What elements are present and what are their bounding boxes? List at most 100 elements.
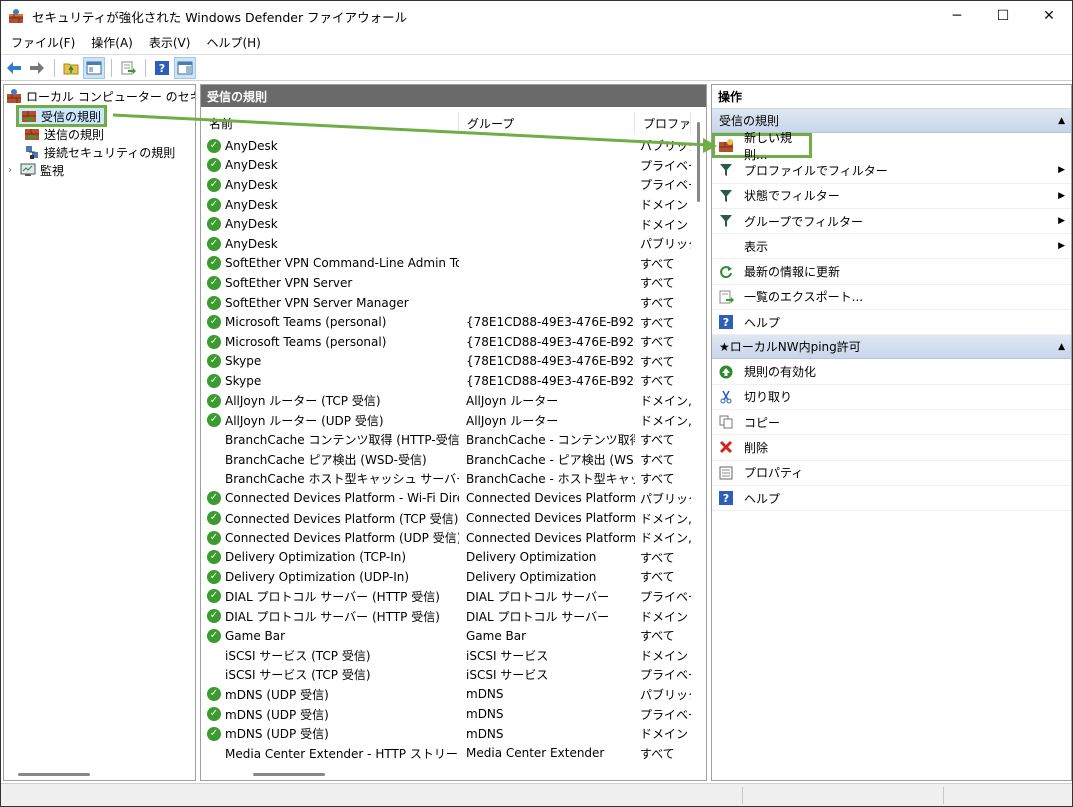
export-list-button[interactable]: [117, 57, 139, 79]
show-hide-tree-button[interactable]: [83, 56, 105, 79]
menu-bar: ファイル(F) 操作(A) 表示(V) ヘルプ(H): [1, 31, 1072, 53]
action-refresh[interactable]: 最新の情報に更新: [712, 259, 1071, 285]
table-row[interactable]: ✓ AnyDesk プライベー: [201, 175, 691, 195]
action-filter-submenu[interactable]: プロファイルでフィルター ▶: [712, 158, 1071, 184]
rule-name: BranchCache ピア検出 (WSD-受信): [225, 452, 427, 467]
tree-item-connection-security-rules[interactable]: 接続セキュリティの規則: [24, 143, 175, 161]
rule-profile: すべて: [640, 433, 675, 448]
tree-root[interactable]: ローカル コンピューター のセキュリティ: [6, 87, 195, 105]
table-row[interactable]: ✓ AnyDesk ドメイン: [201, 214, 691, 234]
rules-vertical-scrollbar[interactable]: [697, 122, 700, 202]
table-row[interactable]: ✓ SoftEther VPN Server すべて: [201, 273, 691, 293]
rule-group: Media Center Extender: [466, 746, 605, 761]
table-row[interactable]: BranchCache ピア検出 (WSD-受信) BranchCache - ピ…: [201, 450, 691, 470]
enabled-check-icon: ✓: [207, 217, 221, 232]
table-row[interactable]: ✓ Connected Devices Platform (UDP 受信) Conn…: [201, 528, 691, 548]
action-view-submenu[interactable]: 表示 ▶: [712, 234, 1071, 260]
rule-profile: パブリック: [640, 139, 691, 154]
disabled-rule-placeholder: [207, 648, 221, 662]
rule-name: mDNS (UDP 受信): [225, 707, 329, 722]
table-row[interactable]: ✓ mDNS (UDP 受信) mDNS パブリック: [201, 685, 691, 705]
rule-profile: すべて: [640, 354, 675, 369]
menu-help[interactable]: ヘルプ(H): [200, 34, 266, 51]
table-row[interactable]: ✓ AllJoyn ルーター (UDP 受信) AllJoyn ルーター ドメイン, …: [201, 410, 691, 430]
table-row[interactable]: ✓ Connected Devices Platform (TCP 受信) Conn…: [201, 508, 691, 528]
table-row[interactable]: ✓ Microsoft Teams (personal) {78E1CD88-49E…: [201, 312, 691, 332]
enabled-check-icon: ✓: [207, 530, 221, 545]
action-new-rule[interactable]: 新しい規則...: [712, 131, 812, 162]
up-folder-button[interactable]: [60, 57, 82, 79]
table-row[interactable]: ✓ Delivery Optimization (UDP-In) Delivery …: [201, 567, 691, 587]
menu-action[interactable]: 操作(A): [85, 34, 139, 51]
rule-group: {78E1CD88-49E3-476E-B926-...: [466, 334, 635, 349]
action-help[interactable]: ? ヘルプ: [712, 310, 1071, 336]
table-row[interactable]: ✓ Microsoft Teams (personal) {78E1CD88-49E…: [201, 332, 691, 352]
action-copy[interactable]: コピー: [712, 410, 1071, 436]
show-hide-action-pane-button[interactable]: [174, 56, 196, 79]
action-label: ヘルプ: [744, 315, 781, 330]
table-row[interactable]: ✓ mDNS (UDP 受信) mDNS ドメイン: [201, 724, 691, 744]
actions-section-selected-rule[interactable]: ★ローカルNW内ping許可 ▲: [712, 335, 1071, 360]
column-header-group[interactable]: グループ: [459, 112, 635, 134]
action-cut[interactable]: 切り取り: [712, 385, 1071, 410]
table-row[interactable]: iSCSI サービス (TCP 受信) iSCSI サービス ドメイン: [201, 645, 691, 665]
enabled-check-icon: ✓: [207, 236, 221, 251]
table-row[interactable]: ✓ Delivery Optimization (TCP-In) Delivery …: [201, 547, 691, 567]
tree-item-inbound-rules[interactable]: 受信の規則: [16, 105, 108, 127]
back-button[interactable]: [3, 57, 25, 79]
table-row[interactable]: iSCSI サービス (TCP 受信) iSCSI サービス プライベー: [201, 665, 691, 685]
rule-name: Microsoft Teams (personal): [225, 334, 387, 349]
minimize-button[interactable]: ─: [934, 1, 980, 31]
action-export[interactable]: 一覧のエクスポート...: [712, 285, 1071, 311]
rules-horizontal-scrollbar[interactable]: [253, 773, 325, 776]
rule-profile: すべて: [640, 296, 675, 311]
column-header-profile[interactable]: プロファイ...: [635, 112, 691, 134]
action-filter-submenu[interactable]: グループでフィルター ▶: [712, 209, 1071, 235]
table-row[interactable]: ✓ DIAL プロトコル サーバー (HTTP 受信) DIAL プロトコル サーバ…: [201, 606, 691, 626]
table-row[interactable]: ✓ DIAL プロトコル サーバー (HTTP 受信) DIAL プロトコル サーバ…: [201, 587, 691, 607]
collapse-caret-icon[interactable]: ▲: [1058, 342, 1065, 352]
rule-name: SoftEther VPN Command-Line Admin Tool: [225, 256, 459, 271]
action-filter-submenu[interactable]: 状態でフィルター ▶: [712, 184, 1071, 209]
table-row[interactable]: BranchCache コンテンツ取得 (HTTP-受信) BranchCache…: [201, 430, 691, 450]
enabled-check-icon: ✓: [207, 628, 221, 643]
help-icon: ?: [718, 490, 734, 506]
table-row[interactable]: Media Center Extender - HTTP ストリーミン... Me…: [201, 743, 691, 763]
inbound-rules-icon: [21, 108, 37, 124]
maximize-button[interactable]: ☐: [980, 1, 1026, 31]
action-delete[interactable]: 削除: [712, 435, 1071, 461]
tree-item-monitoring[interactable]: › 監視: [8, 161, 64, 179]
column-header-name[interactable]: 名前: [201, 112, 459, 134]
table-row[interactable]: ✓ AnyDesk ドメイン: [201, 195, 691, 215]
collapse-caret-icon[interactable]: ▲: [1058, 116, 1065, 126]
table-row[interactable]: BranchCache ホスト型キャッシュ サーバー (HT... BranchC…: [201, 469, 691, 489]
action-help[interactable]: ? ヘルプ: [712, 486, 1071, 512]
table-row[interactable]: ✓ AllJoyn ルーター (TCP 受信) AllJoyn ルーター ドメイン, …: [201, 391, 691, 411]
table-row[interactable]: ✓ SoftEther VPN Server Manager すべて: [201, 293, 691, 313]
table-row[interactable]: ✓ AnyDesk プライベー: [201, 156, 691, 176]
expand-chevron-icon[interactable]: ›: [8, 165, 20, 176]
table-row[interactable]: ✓ Skype {78E1CD88-49E3-476E-B926-... すべて: [201, 371, 691, 391]
table-row[interactable]: ✓ AnyDesk パブリック: [201, 234, 691, 254]
action-label: プロパティ: [744, 466, 804, 481]
rule-profile: すべて: [640, 629, 675, 644]
menu-view[interactable]: 表示(V): [143, 34, 197, 51]
rule-group: iSCSI サービス: [466, 668, 549, 683]
rule-name: AnyDesk: [225, 177, 278, 192]
tree-item-outbound-rules[interactable]: 送信の規則: [24, 125, 104, 143]
table-row[interactable]: ✓ Skype {78E1CD88-49E3-476E-B926-... すべて: [201, 352, 691, 372]
action-enable[interactable]: 規則の有効化: [712, 359, 1071, 385]
action-properties[interactable]: プロパティ: [712, 461, 1071, 486]
filter-icon: [718, 213, 734, 229]
table-row[interactable]: ✓ Connected Devices Platform - Wi-Fi Dire…: [201, 489, 691, 509]
table-row[interactable]: ✓ mDNS (UDP 受信) mDNS プライベー: [201, 704, 691, 724]
table-row[interactable]: ✓ AnyDesk パブリック: [201, 136, 691, 156]
menu-file[interactable]: ファイル(F): [5, 34, 81, 51]
help-button[interactable]: ?: [151, 57, 173, 79]
forward-button[interactable]: [26, 57, 48, 79]
console-tree-icon: [86, 61, 102, 74]
close-button[interactable]: ✕: [1026, 1, 1072, 31]
table-row[interactable]: ✓ Game Bar Game Bar すべて: [201, 626, 691, 646]
table-row[interactable]: ✓ SoftEther VPN Command-Line Admin Tool すべ…: [201, 254, 691, 274]
tree-horizontal-scrollbar[interactable]: [18, 773, 90, 776]
